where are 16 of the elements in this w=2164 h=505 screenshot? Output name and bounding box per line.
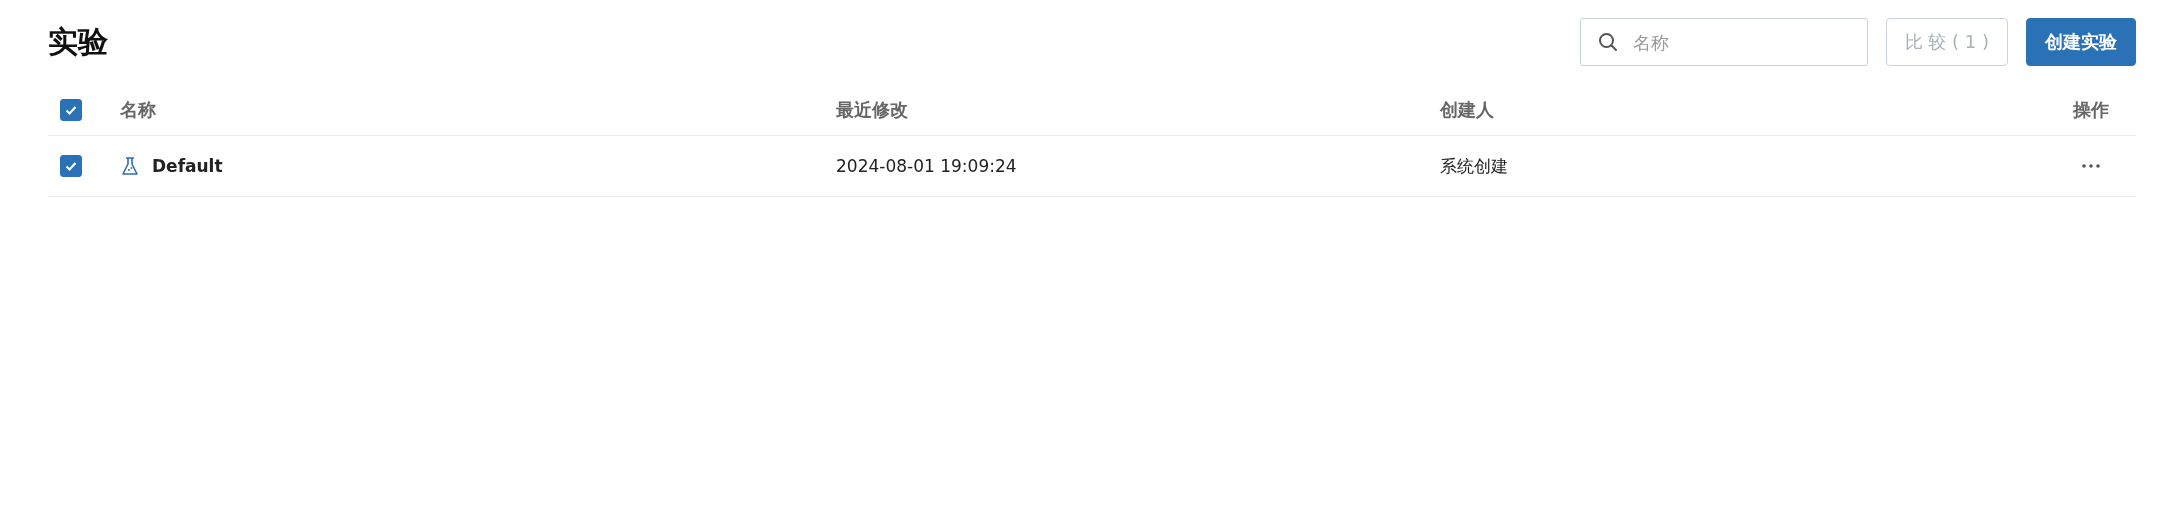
column-header: 名称 [120,98,156,122]
column-header: 操作 [2073,98,2109,122]
column-header: 创建人 [1440,98,1494,122]
check-icon [64,103,78,117]
page-title: 实验 [48,22,108,61]
row-checkbox[interactable] [60,155,82,177]
experiment-name[interactable]: Default [152,156,223,176]
table-cell: 系统创建 [1440,154,1508,178]
table-cell: 2024-08-01 19:09:24 [836,156,1017,176]
more-icon[interactable] [2082,164,2100,168]
search-field[interactable]: 名称 [1579,18,1868,66]
select-all-checkbox[interactable] [60,99,82,121]
flask-icon [120,156,140,176]
column-header: 最近修改 [836,98,908,122]
create-button[interactable]: 创建实验 [2026,18,2136,66]
check-icon [64,159,78,173]
